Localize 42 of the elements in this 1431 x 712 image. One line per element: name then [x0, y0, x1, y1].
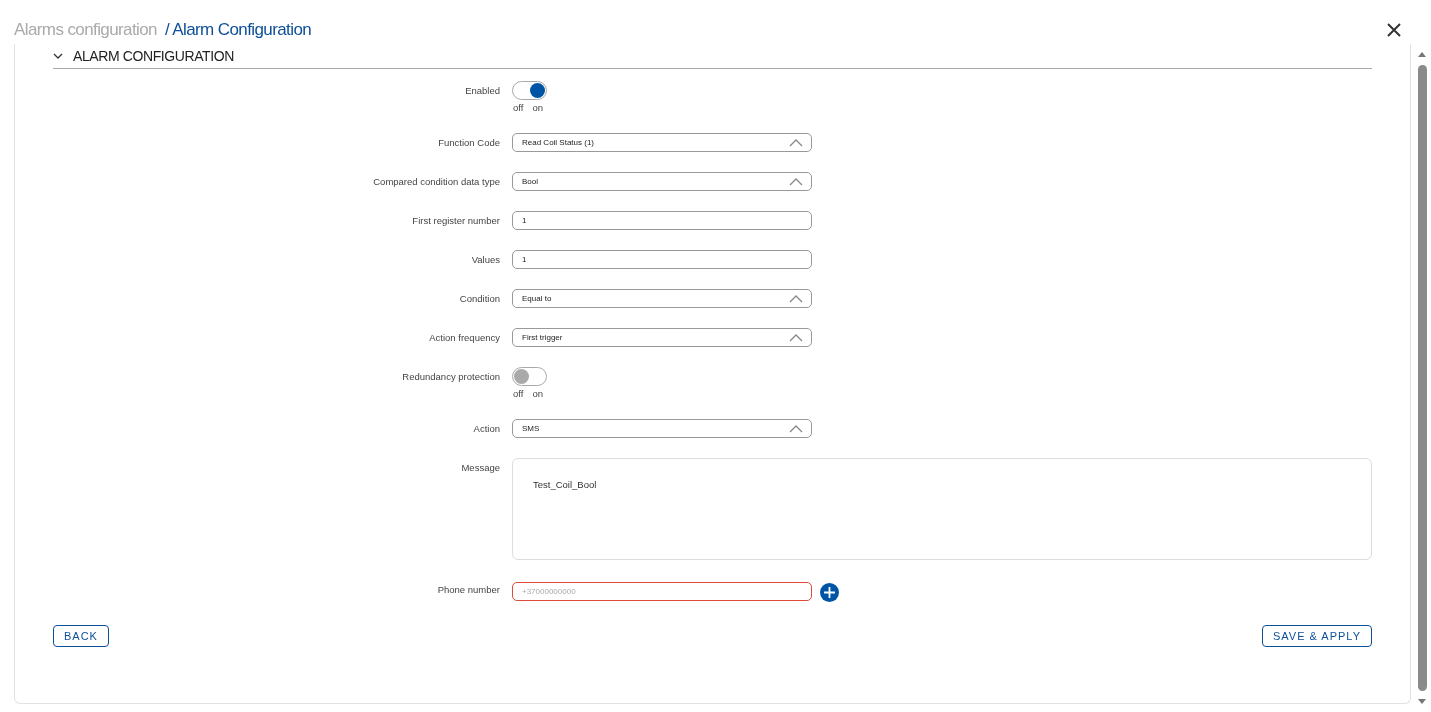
- add-button[interactable]: [820, 583, 839, 602]
- input-field[interactable]: 1: [512, 211, 812, 230]
- caret-up-icon: [789, 177, 803, 186]
- on-label: on: [532, 102, 543, 113]
- select-dropdown[interactable]: Equal to: [512, 289, 812, 308]
- caret-up-icon: [789, 333, 803, 342]
- chevron-icon: [53, 53, 63, 59]
- back-button[interactable]: BACK: [53, 625, 109, 647]
- select-dropdown[interactable]: First trigger: [512, 328, 812, 347]
- field-label: Enabled: [464, 84, 500, 96]
- caret-up-icon: [789, 294, 803, 303]
- field-label: Phone number: [436, 583, 500, 595]
- field-label: Values: [470, 253, 500, 265]
- phone-input-field[interactable]: +37000000000: [512, 581, 812, 601]
- plus-icon: [824, 587, 835, 598]
- scroll-down-icon[interactable]: [1418, 699, 1426, 704]
- field-label: Redundancy protection: [401, 370, 500, 382]
- field-label: Condition: [458, 292, 500, 304]
- close-button[interactable]: [1385, 21, 1403, 39]
- input-field[interactable]: 1: [512, 250, 812, 269]
- select-dropdown[interactable]: Bool: [512, 172, 812, 191]
- toggle-switch[interactable]: [512, 367, 547, 386]
- caret-up-icon: [789, 138, 803, 147]
- message-textarea[interactable]: Test_Coil_Bool: [512, 458, 1372, 560]
- save-apply-button[interactable]: SAVE & APPLY: [1261, 625, 1372, 647]
- scrollbar-thumb[interactable]: [1417, 65, 1427, 691]
- field-label: Action frequency: [428, 331, 500, 343]
- toggle-switch[interactable]: [512, 81, 547, 100]
- on-label: on: [532, 388, 543, 399]
- select-dropdown[interactable]: SMS: [512, 419, 812, 438]
- scroll-up-icon[interactable]: [1418, 52, 1426, 57]
- field-label: Function Code: [437, 136, 500, 148]
- caret-up-icon: [789, 424, 803, 433]
- field-label: Compared condition data type: [372, 175, 500, 187]
- off-label: off: [513, 388, 524, 399]
- select-dropdown[interactable]: Read Coil Status (1): [512, 133, 812, 152]
- field-label: Message: [460, 461, 500, 473]
- section-header[interactable]: ALARM CONFIGURATION: [53, 44, 1372, 69]
- field-label: Action: [472, 422, 500, 434]
- breadcrumb-current: / Alarm Configuration: [164, 20, 312, 40]
- field-label: First register number: [411, 214, 500, 226]
- off-label: off: [513, 102, 524, 113]
